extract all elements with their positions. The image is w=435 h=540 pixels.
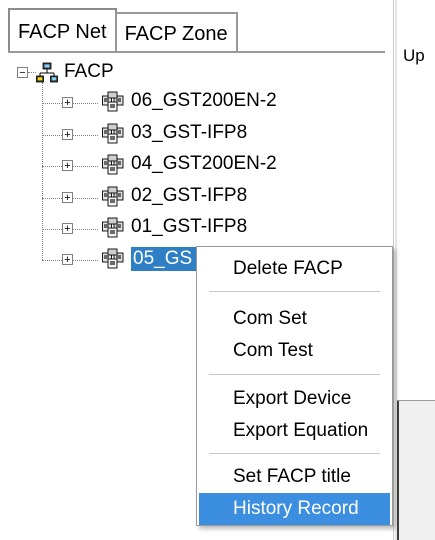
collapse-icon[interactable]: − [17,67,28,79]
tree-connector [28,72,36,73]
tab-facp-net[interactable]: FACP Net [8,8,117,52]
expand-icon[interactable]: + [62,97,73,109]
detail-list: Up [397,0,435,401]
column-header-fragment[interactable]: Up [403,46,425,66]
detail-panel: Up [397,0,435,540]
network-icon [36,62,58,83]
expand-icon[interactable]: + [62,129,73,141]
panel-device-icon [102,123,124,144]
menu-item-delete-facp[interactable]: Delete FACP [199,253,390,285]
tree-node-label: 06_GST200EN-2 [131,90,277,111]
expand-icon[interactable]: + [62,192,73,204]
tree-node-label: 04_GST200EN-2 [131,153,277,174]
menu-item-history-record[interactable]: History Record [199,493,390,525]
tree-node-label: 02_GST-IFP8 [131,185,248,206]
expand-icon[interactable]: + [62,223,73,235]
tree-root-label: FACP [64,61,114,82]
panel-device-icon [102,248,124,269]
tree-node-label: 03_GST-IFP8 [131,122,248,143]
panel-device-icon [102,186,124,207]
expand-icon[interactable]: + [62,160,73,172]
menu-item-export-equation[interactable]: Export Equation [199,415,390,447]
menu-item-com-set[interactable]: Com Set [199,303,390,335]
menu-separator [209,374,380,375]
menu-item-set-facp-title[interactable]: Set FACP title [199,461,390,493]
tab-divider [8,51,385,53]
menu-item-com-test[interactable]: Com Test [199,335,390,367]
panel-device-icon [102,91,124,112]
expand-icon[interactable]: + [62,254,73,266]
panel-device-icon [102,154,124,175]
tab-facp-zone[interactable]: FACP Zone [114,12,238,52]
tree-connector [42,82,43,260]
menu-separator [209,291,380,292]
tree-node-label: 01_GST-IFP8 [131,216,248,237]
menu-separator [209,453,380,454]
menu-item-export-device[interactable]: Export Device [199,383,390,415]
panel-device-icon [102,217,124,238]
tab-bar: FACP Net FACP Zone [8,8,238,52]
context-menu: Delete FACP Com Set Com Test Export Devi… [196,246,393,526]
